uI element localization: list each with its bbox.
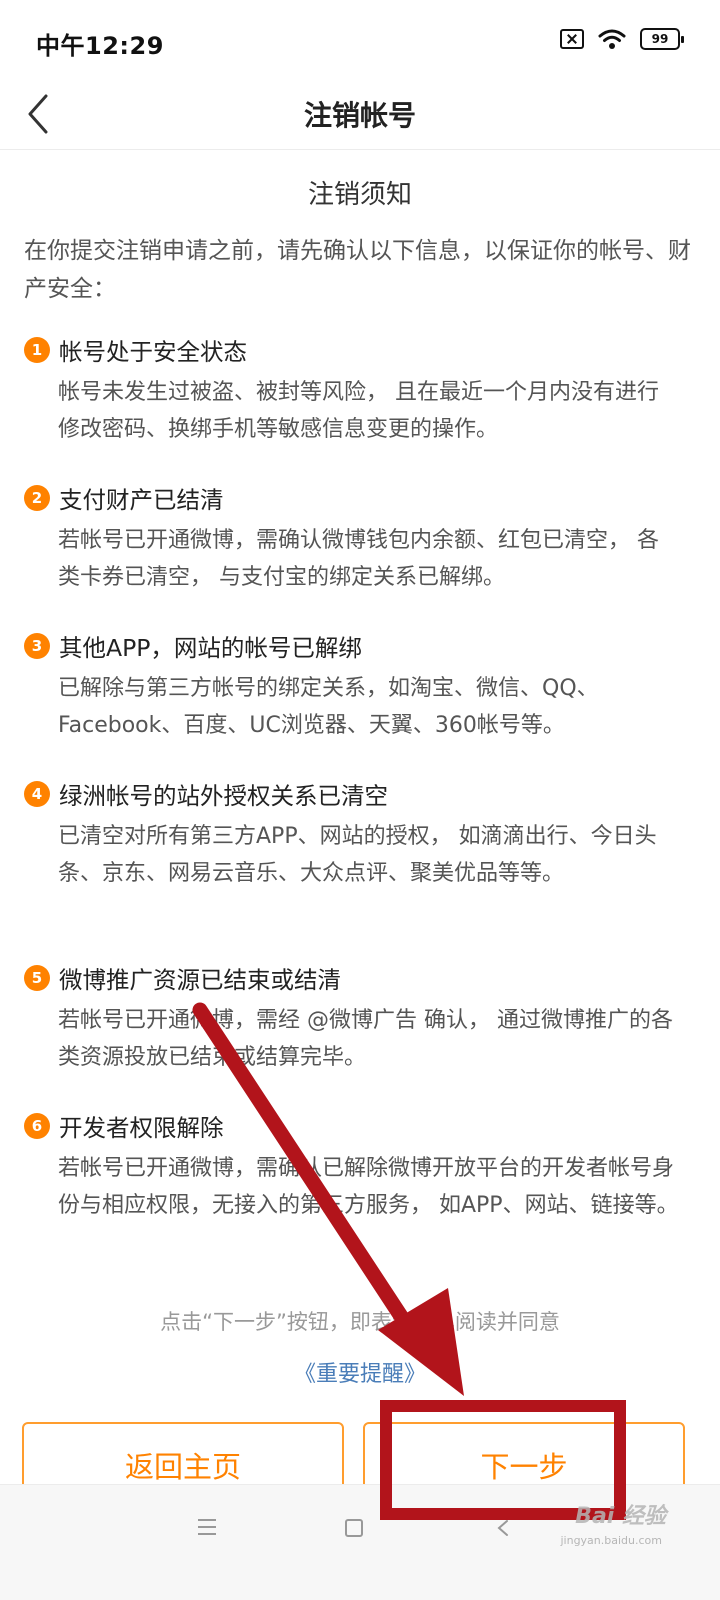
back-triangle-icon[interactable] (494, 1519, 512, 1537)
nav-bar: 注销帐号 (0, 80, 720, 150)
home-icon[interactable] (345, 1519, 363, 1537)
status-bar: 中午12:29 99 (0, 0, 720, 80)
notice-item: 6 开发者权限解除 若帐号已开通微博，需确认已解除微博开放平台的开发者帐号身份与相… (24, 1106, 696, 1224)
watermark-url: jingyan.baidu.com (560, 1534, 662, 1547)
notice-item: 3 其他APP，网站的帐号已解绑 已解除与第三方帐号的绑定关系，如淘宝、微信、QQ… (24, 626, 696, 744)
notice-item: 5 微博推广资源已结束或结清 若帐号已开通微博，需经 @微博广告 确认， 通过微博… (24, 958, 696, 1076)
item-title: 开发者权限解除 (59, 1114, 224, 1142)
menu-icon[interactable] (198, 1519, 216, 1535)
watermark-logo: Bai 经验 (575, 1504, 666, 1529)
item-title: 绿洲帐号的站外授权关系已清空 (59, 782, 388, 810)
wifi-icon (598, 29, 626, 49)
status-time: 中午12:29 (36, 32, 164, 60)
item-desc: 已解除与第三方帐号的绑定关系，如淘宝、微信、QQ、Facebook、百度、UC浏… (58, 676, 599, 738)
battery-icon: 99 (640, 28, 684, 50)
notice-item: 1 帐号处于安全状态 帐号未发生过被盗、被封等风险， 且在最近一个月内没有进行修改… (24, 330, 696, 448)
notice-intro: 在你提交注销申请之前，请先确认以下信息，以保证你的帐号、财产安全： (24, 238, 691, 302)
battery-level: 99 (651, 32, 669, 46)
number-badge: 6 (24, 1113, 50, 1139)
no-sim-icon (560, 29, 584, 49)
important-notice-link[interactable]: 《重要提醒》 (0, 1356, 720, 1388)
item-title: 帐号处于安全状态 (59, 338, 247, 366)
number-badge: 4 (24, 781, 50, 807)
notice-item: 2 支付财产已结清 若帐号已开通微博，需确认微博钱包内余额、红包已清空， 各类卡券… (24, 478, 696, 596)
status-icons: 99 (560, 28, 684, 50)
agree-text: 点击“下一步”按钮，即表示你已阅读并同意 (160, 1310, 560, 1334)
item-title: 支付财产已结清 (59, 486, 224, 514)
number-badge: 2 (24, 485, 50, 511)
number-badge: 5 (24, 965, 50, 991)
item-title: 其他APP，网站的帐号已解绑 (59, 634, 362, 662)
item-desc: 若帐号已开通微博，需确认微博钱包内余额、红包已清空， 各类卡券已清空， 与支付宝… (58, 528, 659, 590)
notice-title: 注销须知 (307, 180, 412, 210)
item-desc: 若帐号已开通微博，需确认已解除微博开放平台的开发者帐号身份与相应权限，无接入的第… (58, 1156, 679, 1218)
item-desc: 若帐号已开通微博，需经 @微博广告 确认， 通过微博推广的各类资源投放已结束或结… (58, 1008, 673, 1070)
item-desc: 已清空对所有第三方APP、网站的授权， 如滴滴出行、今日头条、京东、网易云音乐、… (58, 824, 657, 886)
page-title: 注销帐号 (303, 99, 416, 132)
item-desc: 帐号未发生过被盗、被封等风险， 且在最近一个月内没有进行修改密码、换绑手机等敏感… (58, 380, 659, 442)
notice-item: 4 绿洲帐号的站外授权关系已清空 已清空对所有第三方APP、网站的授权， 如滴滴出… (24, 774, 696, 892)
item-title: 微博推广资源已结束或结清 (59, 966, 341, 994)
number-badge: 3 (24, 633, 50, 659)
number-badge: 1 (24, 337, 50, 363)
